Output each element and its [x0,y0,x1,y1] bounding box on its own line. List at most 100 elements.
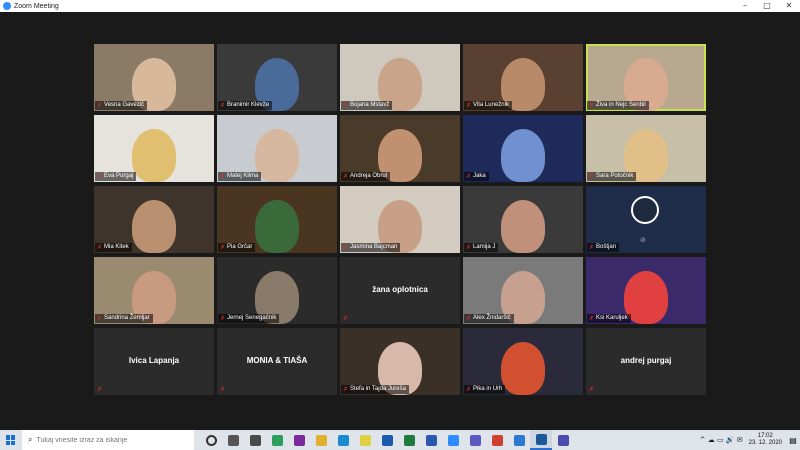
participant-tile[interactable]: ✗ Jaka [463,115,583,182]
mic-muted-icon: ✗ [97,102,103,109]
participant-tile[interactable]: ✗ Živa in Nejc Senbil [586,44,706,111]
taskbar-chrome-icon[interactable] [266,430,288,450]
participant-tile[interactable]: ✗ Andreja Obrul [340,115,460,182]
maximize-button[interactable]: □ [756,0,778,12]
taskbar-photos-icon[interactable] [530,430,552,450]
mic-muted-icon: ✗ [343,386,349,393]
participant-tile[interactable]: ✗ Pika in Urh [463,328,583,395]
participant-video [255,129,299,182]
participant-tile[interactable]: MONIA & TIAŠA ✗ [217,328,337,395]
mic-muted-icon: ✗ [97,173,103,180]
taskbar-cortana-icon[interactable] [200,430,222,450]
notifications-icon[interactable]: ▤ [786,430,800,450]
participant-name-tag: ✗ Živa in Nejc Senbil [587,101,649,110]
participant-name: Jernej Senegačnik [227,315,277,321]
participant-tile[interactable]: Ivica Lapanja ✗ [94,328,214,395]
taskbar-outlook-icon[interactable] [376,430,398,450]
participant-name: Andreja Obrul [350,173,388,179]
participant-tile[interactable]: ⊘ ✗ Boštjan [586,186,706,253]
taskbar-excel-icon[interactable] [398,430,420,450]
participant-tile[interactable]: ✗ Stefa in Tajda Jureša [340,328,460,395]
participant-name: Ivica Lapanja [128,356,180,365]
word-icon [425,434,437,446]
participant-name-tag: ✗ Pia Grčar [218,243,256,252]
participant-name: Pia Grčar [227,244,253,250]
file-explorer-icon [315,434,327,446]
participant-name-tag: ✗ Boštjan [587,243,620,252]
participant-video [132,129,176,182]
participant-name: Branimir Klevže [227,102,270,108]
participant-name-tag: ✗ Jernej Senegačnik [218,314,280,323]
participant-name: Bojana Mstavž [350,102,390,108]
title-bar: Zoom Meeting – □ ✕ [0,0,800,12]
taskbar-task-view-icon[interactable] [222,430,244,450]
outlook-icon [381,434,393,446]
mic-muted-icon: ✗ [466,244,472,251]
taskbar-edge-icon[interactable] [332,430,354,450]
clock-date: 23. 12. 2020 [748,440,782,446]
participant-name: Mia Kitek [104,244,129,250]
windows-taskbar: ⌕ ^ ☁ ▭ 🔊 ✉ 17:02 23. 12. 2020 ▤ [0,430,800,450]
participant-tile[interactable]: ✗ Jernej Senegačnik [217,257,337,324]
teams-icon [469,434,481,446]
participant-tile[interactable]: ✗ Pia Grčar [217,186,337,253]
mic-muted-icon: ✗ [589,102,595,109]
participant-tile[interactable]: ✗ Mia Kitek [94,186,214,253]
participant-tile[interactable]: ✗ Ksi Karuljek [586,257,706,324]
participant-name-tag: ✗ Ksi Karuljek [587,314,631,323]
task-view-icon [227,434,239,446]
minimize-button[interactable]: – [734,0,756,12]
taskbar-file-explorer-icon[interactable] [310,430,332,450]
participant-tile[interactable]: ✗ Lamija J [463,186,583,253]
taskbar-onenote-icon[interactable] [288,430,310,450]
participant-tile[interactable]: ✗ Sara Potočnik [586,115,706,182]
start-button[interactable] [0,430,22,450]
taskbar-store-icon[interactable] [244,430,266,450]
taskbar-google-chrome-icon[interactable] [486,430,508,450]
mic-muted-icon: ✗ [343,315,349,322]
participant-tile[interactable]: ✗ Jasmina Bajcman [340,186,460,253]
participant-name: Vita Lunežnik [473,102,509,108]
participant-video [501,200,545,253]
mic-muted-icon: ✗ [97,315,103,322]
participant-name-tag: ✗ Vesna Gavezič [95,101,148,110]
participant-name: Jaka [473,173,486,179]
mic-muted-icon: ✗ [343,173,349,180]
participant-tile[interactable]: ✗ Vesna Gavezič [94,44,214,111]
cortana-icon [205,434,217,446]
tray-icons[interactable]: ^ ☁ ▭ 🔊 ✉ [700,436,743,444]
photos-icon [535,433,547,445]
participant-tile[interactable]: ✗ Vita Lunežnik [463,44,583,111]
search-input[interactable] [36,436,187,444]
taskbar-download-icon[interactable] [508,430,530,450]
windows-logo-icon [6,435,16,445]
taskbar-sticky-notes-icon[interactable] [354,430,376,450]
taskbar-word-icon[interactable] [420,430,442,450]
taskbar-teams-icon-2[interactable] [552,430,574,450]
close-button[interactable]: ✕ [778,0,800,12]
participant-tile[interactable]: ✗ Eva Purgaj [94,115,214,182]
participant-name-tag: ✗ Matej Klima [218,172,262,181]
participant-tile[interactable]: ✗ Bojana Mstavž [340,44,460,111]
mic-muted-icon: ✗ [466,386,472,393]
taskbar-search[interactable]: ⌕ [22,430,194,450]
participant-name-tag: ✗ Andreja Obrul [341,172,391,181]
participant-tile[interactable]: ✗ Matej Klima [217,115,337,182]
google-chrome-icon [491,434,503,446]
participant-tile[interactable]: žana oplotnica ✗ [340,257,460,324]
taskbar-teams-icon[interactable] [464,430,486,450]
system-tray: ^ ☁ ▭ 🔊 ✉ 17:02 23. 12. 2020 ▤ [698,430,800,450]
sticky-notes-icon [359,434,371,446]
participant-video [255,200,299,253]
mic-muted-icon: ✗ [589,173,595,180]
taskbar-zoom-icon[interactable] [442,430,464,450]
participant-tile[interactable]: ✗ Branimir Klevže [217,44,337,111]
clock-time: 17:02 [757,433,773,439]
participant-tile[interactable]: ✗ Sandrina Žemljar [94,257,214,324]
participant-tile[interactable]: andrej purgaj ✗ [586,328,706,395]
participant-name: Jasmina Bajcman [350,244,398,250]
participant-tile[interactable]: ✗ Alex Žnidaršič [463,257,583,324]
participant-name: Ksi Karuljek [596,315,628,321]
participant-name: Boštjan [596,244,617,250]
taskbar-clock[interactable]: 17:02 23. 12. 2020 [749,433,782,447]
